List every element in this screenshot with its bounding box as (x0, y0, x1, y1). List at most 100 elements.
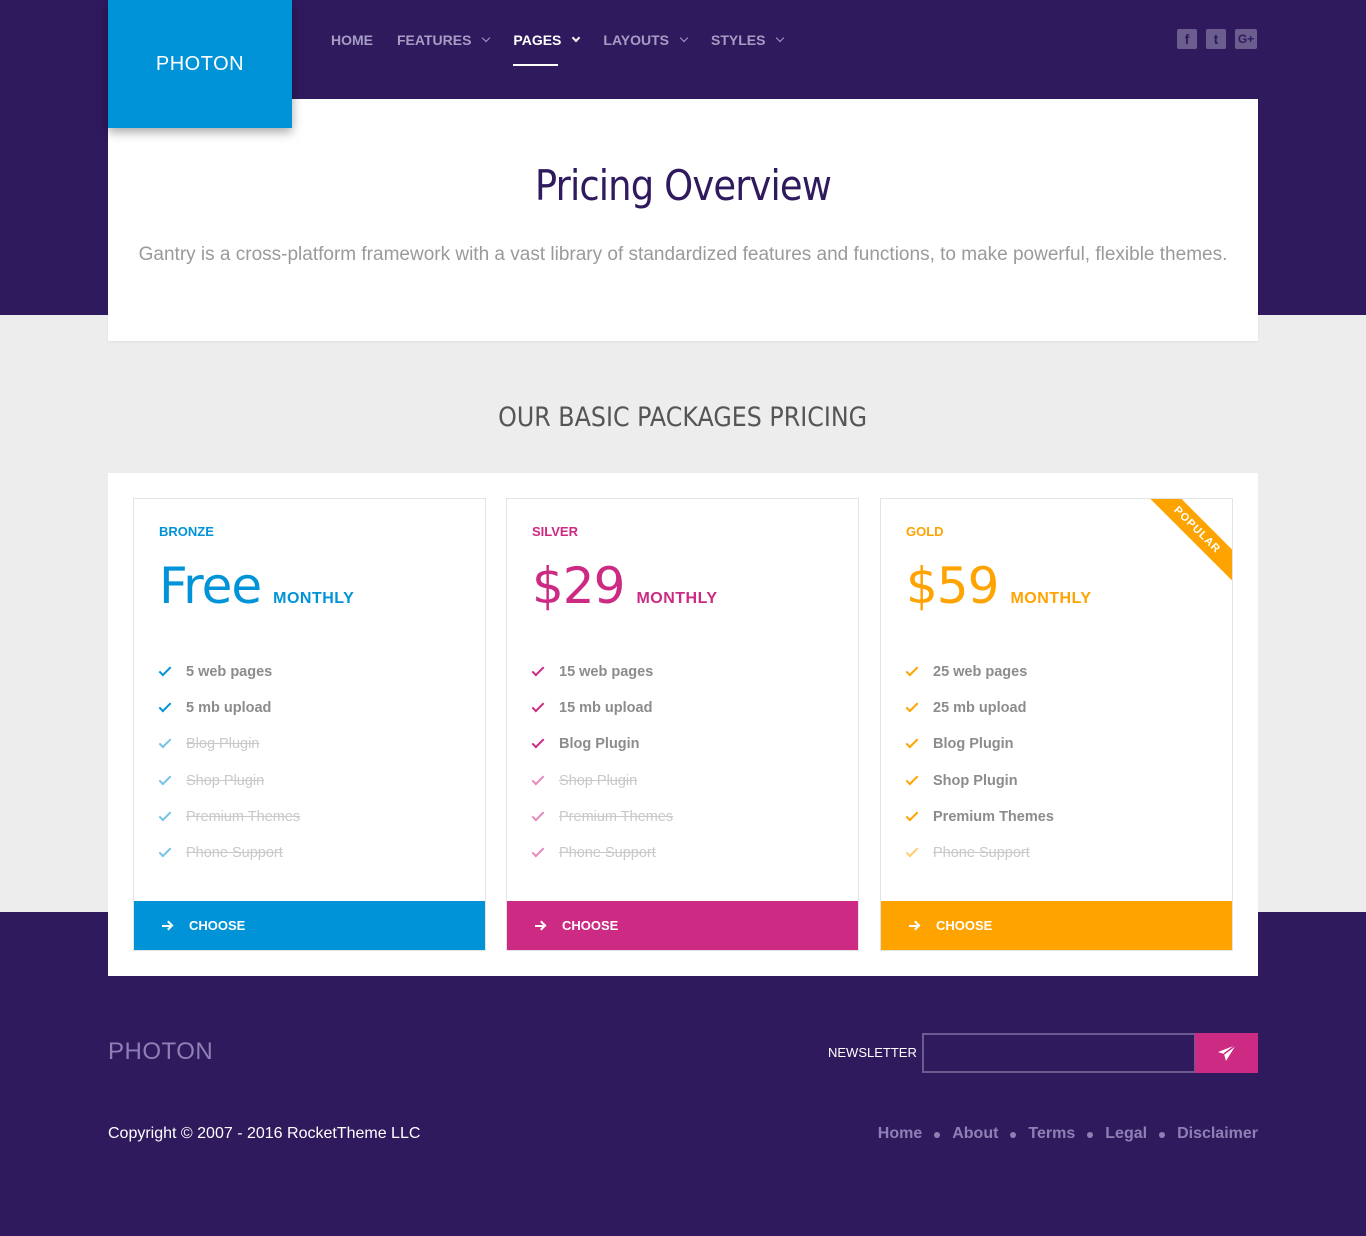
choose-button-label: CHOOSE (189, 918, 246, 933)
page-subtitle: Gantry is a cross-platform framework wit… (138, 244, 1228, 265)
feature-label: Premium Themes (559, 808, 674, 825)
pricing-panel: BRONZE Free MONTHLY 5 web pages 5 mb upload B… (108, 473, 1258, 976)
feature-item: Shop Plugin (158, 763, 300, 799)
nav-item-layouts[interactable]: LAYOUTS (603, 30, 689, 50)
feature-label: Shop Plugin (933, 772, 1018, 789)
feature-label: Phone Support (559, 845, 656, 862)
check-icon (158, 808, 172, 822)
nav-item-home[interactable]: HOME (331, 30, 373, 50)
nav-item-features[interactable]: FEATURES (397, 30, 491, 50)
feature-item: 5 web pages (158, 654, 300, 690)
feature-list: 25 web pages 25 mb upload Blog Plugin Shop … (905, 654, 1054, 871)
check-icon (905, 772, 919, 786)
newsletter-email-input[interactable] (922, 1033, 1196, 1073)
feature-label: Premium Themes (933, 808, 1054, 825)
twitter-icon[interactable]: t (1206, 29, 1226, 49)
footer-link-terms[interactable]: Terms (1028, 1125, 1075, 1143)
choose-button-silver[interactable]: CHOOSE (507, 901, 858, 950)
separator-dot (1010, 1132, 1017, 1138)
feature-item: Premium Themes (158, 799, 300, 835)
footer-logo[interactable]: PHOTON (108, 1038, 213, 1066)
arrow-right-icon (162, 921, 172, 931)
feature-label: Blog Plugin (933, 736, 1014, 753)
chevron-down-icon (679, 33, 689, 43)
feature-item: Premium Themes (905, 799, 1054, 835)
plan-price-block: $29 MONTHLY (532, 557, 718, 615)
plan-price: $59 (906, 557, 999, 615)
plan-period: MONTHLY (1010, 590, 1092, 607)
check-icon (158, 663, 172, 677)
feature-label: Blog Plugin (559, 736, 640, 753)
check-icon (531, 772, 545, 786)
feature-label: Blog Plugin (186, 736, 260, 753)
arrow-right-icon (909, 921, 919, 931)
feature-item: Phone Support (531, 835, 673, 871)
footer-links: Home About Terms Legal Disclaimer (878, 1125, 1258, 1143)
check-icon (158, 772, 172, 786)
page-title: Pricing Overview (534, 161, 832, 210)
feature-label: Phone Support (186, 845, 283, 862)
check-icon (531, 736, 545, 749)
separator-dot (1159, 1132, 1166, 1138)
nav-item-label: FEATURES (397, 32, 472, 48)
feature-item: 25 mb upload (905, 690, 1054, 726)
check-icon (905, 699, 919, 713)
chevron-down-icon (482, 33, 491, 43)
feature-label: 25 mb upload (933, 700, 1027, 717)
plan-price-block: Free MONTHLY (159, 557, 354, 615)
facebook-icon[interactable]: f (1177, 29, 1197, 49)
footer-link-disclaimer[interactable]: Disclaimer (1177, 1125, 1258, 1143)
feature-label: Shop Plugin (186, 772, 265, 789)
plan-period: MONTHLY (273, 590, 355, 607)
check-icon (905, 736, 919, 749)
site-logo[interactable]: PHOTON (108, 0, 292, 128)
feature-item: Premium Themes (531, 799, 674, 835)
newsletter-submit-button[interactable] (1195, 1033, 1258, 1073)
choose-button-label: CHOOSE (936, 918, 993, 933)
check-icon (158, 844, 172, 858)
feature-item: 15 mb upload (531, 690, 673, 726)
feature-item: Blog Plugin (158, 726, 300, 762)
plan-price-block: $59 MONTHLY (906, 557, 1092, 615)
check-icon (531, 844, 545, 858)
nav-item-label: PAGES (513, 32, 562, 48)
footer-link-home[interactable]: Home (878, 1125, 922, 1143)
choose-button-gold[interactable]: CHOOSE (881, 901, 1232, 950)
nav-item-pages[interactable]: PAGES (513, 30, 581, 66)
choose-button-label: CHOOSE (562, 918, 619, 933)
check-icon (531, 663, 545, 677)
check-icon (531, 808, 545, 822)
main-nav: HOME FEATURES PAGES LAYOUTS STYLES (331, 30, 807, 66)
feature-label: Phone Support (933, 845, 1030, 862)
popular-ribbon: POPULAR (1143, 499, 1232, 584)
pricing-card-bronze: BRONZE Free MONTHLY 5 web pages 5 mb upload B… (133, 498, 486, 951)
feature-item: Blog Plugin (905, 726, 1054, 762)
feature-item: 15 web pages (531, 654, 673, 690)
feature-item: Phone Support (158, 835, 300, 871)
footer-link-legal[interactable]: Legal (1105, 1125, 1147, 1143)
paper-plane-icon (1217, 1044, 1236, 1061)
newsletter-label: NEWSLETTER (828, 1045, 917, 1060)
hero-card: Pricing Overview Gantry is a cross-platf… (108, 99, 1258, 341)
choose-button-bronze[interactable]: CHOOSE (134, 901, 485, 950)
check-icon (531, 699, 545, 713)
nav-item-label: STYLES (711, 32, 766, 48)
feature-label: Shop Plugin (559, 772, 638, 789)
feature-item: 5 mb upload (158, 690, 300, 726)
pricing-heading-text: OUR BASIC PACKAGES PRICING (498, 402, 868, 433)
nav-item-styles[interactable]: STYLES (711, 30, 785, 50)
feature-item: 25 web pages (905, 654, 1054, 690)
nav-item-label: HOME (331, 32, 373, 48)
arrow-right-icon (535, 921, 545, 931)
feature-list: 15 web pages 15 mb upload Blog Plugin Shop … (531, 654, 674, 871)
feature-item: Phone Support (905, 835, 1054, 871)
footer-link-about[interactable]: About (952, 1125, 998, 1143)
plan-tier: GOLD (906, 524, 944, 539)
check-icon (158, 699, 172, 713)
separator-dot (1087, 1132, 1094, 1138)
google-plus-icon[interactable]: G+ (1235, 29, 1257, 49)
nav-item-label: LAYOUTS (603, 32, 670, 48)
social-links: f t G+ (1177, 29, 1257, 49)
feature-item: Shop Plugin (905, 763, 1054, 799)
feature-item: Blog Plugin (531, 726, 673, 762)
